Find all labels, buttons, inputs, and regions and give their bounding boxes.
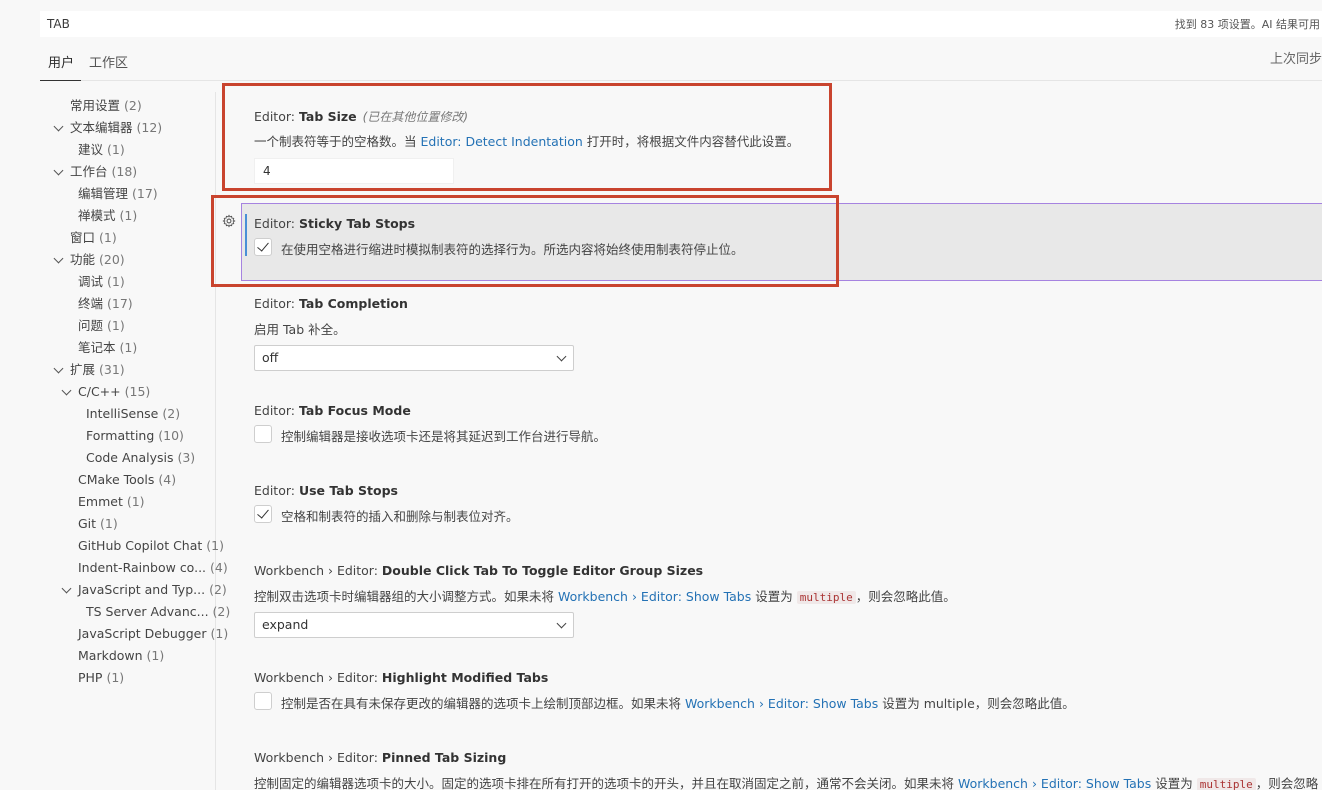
toc-item[interactable]: Code Analysis (3) (86, 447, 195, 469)
toc-item[interactable]: 文本编辑器 (12) (70, 117, 162, 139)
toc-item[interactable]: Git (1) (78, 513, 118, 535)
checkbox-label: 控制编辑器是接收选项卡还是将其延迟到工作台进行导航。 (281, 429, 607, 444)
toc-item[interactable]: 编辑管理 (17) (78, 183, 158, 205)
highlight-modified-tabs-checkbox[interactable] (254, 692, 272, 710)
show-tabs-link[interactable]: Workbench › Editor: Show Tabs (558, 589, 751, 604)
chevron-down-icon[interactable] (53, 165, 64, 176)
show-tabs-link[interactable]: Workbench › Editor: Show Tabs (958, 776, 1151, 790)
tab-workspace[interactable]: 工作区 (81, 52, 135, 80)
toc-item[interactable]: 扩展 (31) (70, 359, 125, 381)
toc-item[interactable]: 调试 (1) (78, 271, 125, 293)
toc-item[interactable]: 建议 (1) (78, 139, 125, 161)
chevron-down-icon[interactable] (53, 363, 64, 374)
chevron-down-icon[interactable] (61, 385, 72, 396)
settings-toc: 常用设置 (2) 文本编辑器 (12) 建议 (1) 工作台 (18) 编辑管理… (40, 92, 230, 790)
tab-completion-select[interactable]: off (254, 345, 574, 371)
toc-item[interactable]: JavaScript Debugger (1) (78, 623, 228, 645)
select-value: off (262, 350, 279, 365)
select-value: expand (262, 617, 309, 632)
toc-item[interactable]: 禅模式 (1) (78, 205, 137, 227)
settings-scope-tabs: 用户 工作区 上次同步 (40, 46, 1322, 81)
toc-item[interactable]: GitHub Copilot Chat (1) (78, 535, 224, 557)
annotation-box (211, 195, 839, 287)
code-value: multiple (1196, 778, 1256, 790)
chevron-down-icon[interactable] (53, 121, 64, 132)
double-click-tab-select[interactable]: expand (254, 612, 574, 638)
chevron-down-icon (556, 618, 567, 629)
setting-title: Editor: Tab Focus Mode (254, 403, 411, 418)
setting-description: 启用 Tab 补全。 (254, 322, 346, 337)
checkbox-label: 控制是否在具有未保存更改的编辑器的选项卡上绘制顶部边框。如果未将 Workben… (281, 696, 1075, 711)
settings-search-input[interactable]: TAB 找到 83 项设置。AI 结果可用 (40, 11, 1322, 37)
setting-title: Editor: Use Tab Stops (254, 483, 398, 498)
setting-description: 控制双击选项卡时编辑器组的大小调整方式。如果未将 Workbench › Edi… (254, 589, 956, 604)
show-tabs-link[interactable]: Workbench › Editor: Show Tabs (685, 696, 878, 711)
toc-item[interactable]: Indent-Rainbow co... (4) (78, 557, 228, 579)
toc-item[interactable]: 常用设置 (2) (70, 95, 142, 117)
tab-focus-mode-checkbox[interactable] (254, 425, 272, 443)
toc-item[interactable]: 终端 (17) (78, 293, 133, 315)
chevron-down-icon[interactable] (61, 583, 72, 594)
toc-item[interactable]: Markdown (1) (78, 645, 164, 667)
toc-item[interactable]: PHP (1) (78, 667, 124, 689)
annotation-box (222, 83, 832, 191)
toc-item[interactable]: C/C++ (15) (78, 381, 150, 403)
search-result-count: 找到 83 项设置。AI 结果可用 (1174, 18, 1320, 31)
last-sync-label[interactable]: 上次同步 (1270, 48, 1322, 67)
setting-title: Workbench › Editor: Highlight Modified T… (254, 670, 549, 685)
use-tab-stops-checkbox[interactable] (254, 505, 272, 523)
toc-item[interactable]: CMake Tools (4) (78, 469, 176, 491)
toc-item[interactable]: IntelliSense (2) (86, 403, 180, 425)
toc-item[interactable]: Formatting (10) (86, 425, 184, 447)
setting-title: Editor: Tab Completion (254, 296, 408, 311)
toc-item[interactable]: 工作台 (18) (70, 161, 137, 183)
chevron-down-icon[interactable] (53, 253, 64, 264)
code-value: multiple (796, 591, 856, 604)
toc-item[interactable]: JavaScript and Typ... (2) (78, 579, 227, 601)
toc-item[interactable]: Emmet (1) (78, 491, 145, 513)
checkbox-label: 空格和制表符的插入和删除与制表位对齐。 (281, 509, 519, 524)
toc-item[interactable]: TS Server Advanc... (2) (86, 601, 230, 623)
search-query: TAB (47, 17, 70, 31)
tab-user[interactable]: 用户 (40, 52, 82, 81)
setting-title: Workbench › Editor: Pinned Tab Sizing (254, 750, 507, 765)
chevron-down-icon (556, 351, 567, 362)
toc-item[interactable]: 问题 (1) (78, 315, 125, 337)
toc-item[interactable]: 笔记本 (1) (78, 337, 137, 359)
toc-item[interactable]: 功能 (20) (70, 249, 125, 271)
toc-item[interactable]: 窗口 (1) (70, 227, 117, 249)
setting-title: Workbench › Editor: Double Click Tab To … (254, 563, 704, 578)
setting-description: 控制固定的编辑器选项卡的大小。固定的选项卡排在所有打开的选项卡的开头，并且在取消… (254, 776, 1319, 790)
